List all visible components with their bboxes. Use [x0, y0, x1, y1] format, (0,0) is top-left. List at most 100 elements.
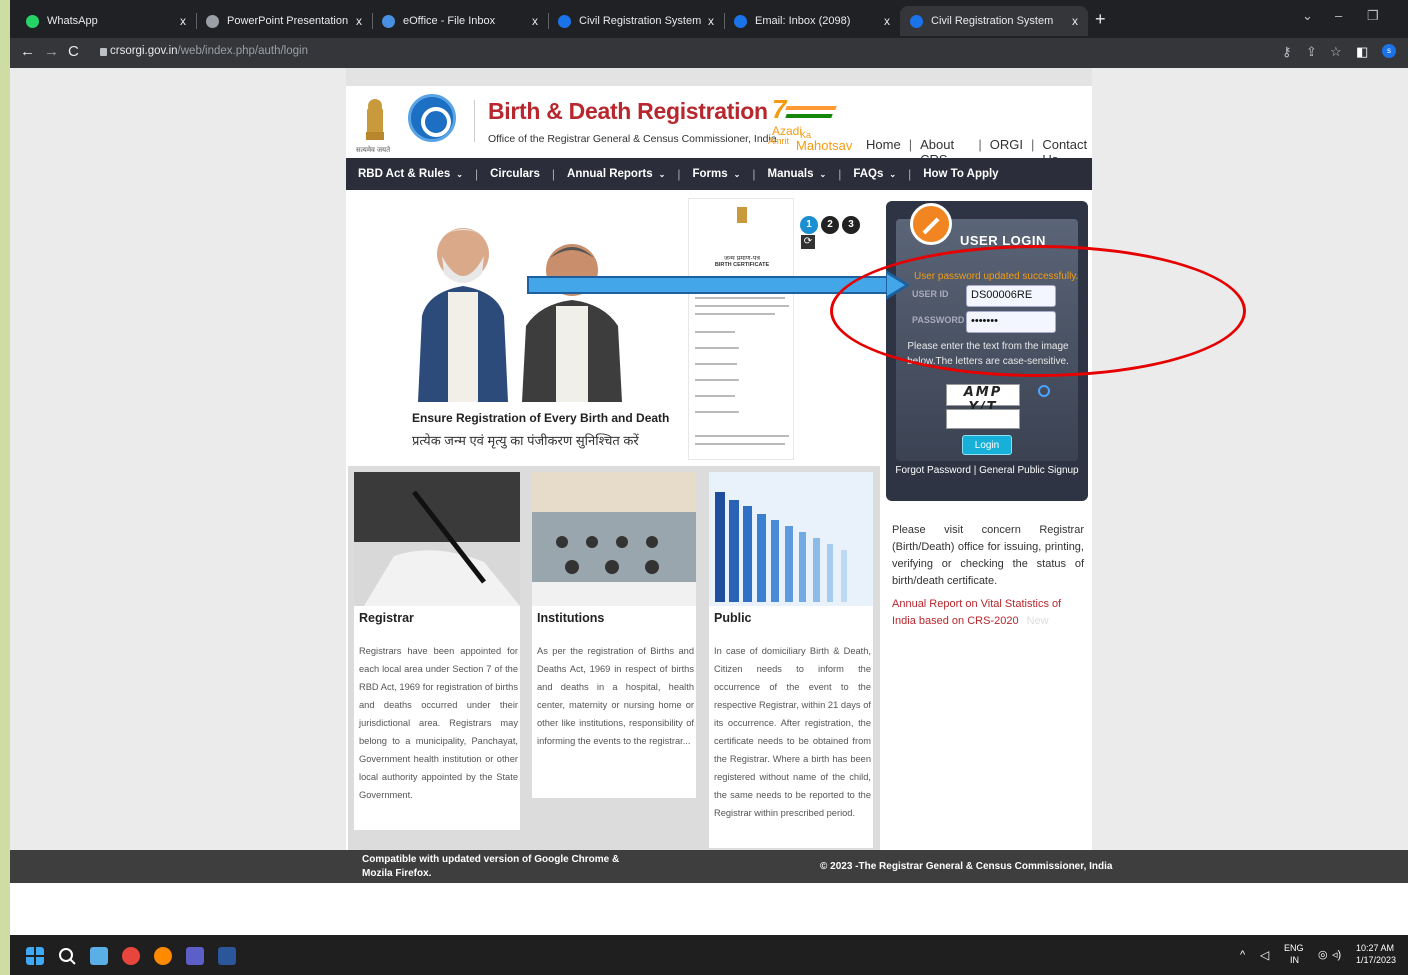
windows-start-icon[interactable] — [26, 947, 44, 965]
birth-certificate-image: जन्म प्रमाण-पत्र BIRTH CERTIFICATE — [688, 198, 794, 460]
network-icon[interactable]: ◎ — [1318, 948, 1328, 961]
chevron-down-icon: ⌄ — [889, 169, 897, 179]
menu-circulars[interactable]: Circulars — [490, 168, 540, 180]
chevron-down-icon: ⌄ — [456, 169, 463, 179]
tab-powerpoint[interactable]: PowerPoint Presentation x — [196, 6, 372, 36]
menu-forms[interactable]: Forms ⌄ — [693, 168, 741, 180]
tab-label: PowerPoint Presentation — [227, 15, 349, 27]
new-badge: New — [1026, 615, 1049, 627]
whatsapp-icon — [26, 14, 39, 28]
tab-email[interactable]: Email: Inbox (2098) x — [724, 6, 900, 36]
firefox-icon[interactable] — [154, 947, 172, 965]
close-tab-icon[interactable]: x — [708, 14, 714, 28]
tab-label: WhatsApp — [47, 15, 98, 27]
registrar-image — [354, 472, 520, 606]
carousel-pause-icon[interactable]: ⟳ — [801, 235, 815, 249]
cert-title-hi: जन्म प्रमाण-पत्र — [724, 255, 760, 262]
close-tab-icon[interactable]: x — [180, 14, 186, 28]
emblem-icon — [737, 207, 747, 223]
star-icon[interactable]: ☆ — [1330, 44, 1342, 60]
close-tab-icon[interactable]: x — [532, 14, 538, 28]
volume-icon[interactable]: ◃) — [1332, 948, 1341, 961]
slide-dot-3[interactable]: 3 — [842, 216, 860, 234]
address-bar[interactable]: crsorgi.gov.in/web/index.php/auth/login — [110, 45, 308, 57]
annotation-arrow — [527, 276, 889, 294]
close-tab-icon[interactable]: x — [884, 14, 890, 28]
refresh-captcha-icon[interactable] — [1038, 385, 1050, 397]
tab-eoffice[interactable]: eOffice - File Inbox x — [372, 6, 548, 36]
key-icon[interactable]: ⚷ — [1282, 44, 1292, 60]
visit-registrar-text: Please visit concern Registrar (Birth/De… — [892, 524, 1084, 587]
annual-report-link[interactable]: Annual Report on Vital Statistics of Ind… — [892, 596, 1088, 630]
slide-dot-2[interactable]: 2 — [821, 216, 839, 234]
captcha-input[interactable] — [946, 409, 1020, 429]
crs-icon — [910, 14, 923, 28]
close-tab-icon[interactable]: x — [1072, 14, 1078, 28]
site-subtitle: Office of the Registrar General & Census… — [488, 133, 777, 145]
windows-taskbar: ^ ◁ ENG IN ◎ ◃) 10:27 AM 1/17/2023 — [10, 935, 1408, 975]
back-icon[interactable]: ← — [20, 43, 35, 60]
annotation-highlight-oval — [830, 245, 1246, 377]
cert-title-en: BIRTH CERTIFICATE — [714, 262, 770, 268]
card-text: As per the registration of Births and De… — [537, 646, 694, 746]
captcha-image: AMP Y/T — [946, 384, 1020, 415]
lock-icon — [100, 48, 107, 56]
login-button[interactable]: Login — [962, 435, 1012, 455]
tab-strip: WhatsApp x PowerPoint Presentation x eOf… — [10, 0, 1408, 38]
tab-whatsapp[interactable]: WhatsApp x — [16, 6, 196, 36]
card-text: Registrars have been appointed for each … — [359, 646, 518, 800]
close-tab-icon[interactable]: x — [356, 14, 362, 28]
share-icon[interactable]: ⇪ — [1306, 44, 1317, 60]
card-title: Public — [714, 611, 752, 625]
tab-label: Email: Inbox (2098) — [755, 15, 851, 27]
main-menu: RBD Act & Rules ⌄ | Circulars | Annual Re… — [346, 158, 1092, 190]
photos-icon[interactable] — [90, 947, 108, 965]
minimize-icon[interactable]: – — [1335, 8, 1342, 23]
teams-icon[interactable] — [186, 947, 204, 965]
reload-icon[interactable]: C — [68, 43, 79, 60]
card-public: Public In case of domiciliary Birth & De… — [709, 472, 873, 848]
menu-annual-reports[interactable]: Annual Reports ⌄ — [567, 168, 665, 180]
tab-crs-active[interactable]: Civil Registration System x — [900, 6, 1088, 36]
carousel-indicators: 1 2 3 — [800, 216, 860, 234]
location-icon[interactable]: ◁ — [1260, 948, 1269, 962]
menu-manuals[interactable]: Manuals ⌄ — [767, 168, 826, 180]
menu-rbd-act[interactable]: RBD Act & Rules ⌄ — [358, 168, 463, 180]
slide-dot-1[interactable]: 1 — [800, 216, 818, 234]
tab-label: Civil Registration System — [931, 15, 1054, 27]
menu-how-to-apply[interactable]: How To Apply — [923, 168, 998, 180]
restore-icon[interactable]: ❐ — [1367, 8, 1379, 24]
tab-label: eOffice - File Inbox — [403, 15, 496, 27]
new-tab-button[interactable]: + — [1095, 9, 1106, 30]
profile-avatar[interactable]: s — [1382, 44, 1396, 58]
leader-portrait-image — [522, 244, 622, 402]
language-indicator[interactable]: ENG — [1284, 943, 1304, 953]
card-registrar: Registrar Registrars have been appointed… — [354, 472, 520, 830]
tray-chevron-icon[interactable]: ^ — [1240, 949, 1245, 961]
login-links[interactable]: Forgot Password | General Public Signup — [886, 465, 1088, 476]
email-icon — [734, 14, 747, 28]
institutions-image — [532, 472, 696, 606]
forward-icon[interactable]: → — [44, 43, 59, 60]
emblem-caption: सत्यमेव जयते — [356, 147, 391, 154]
card-institutions: Institutions As per the registration of … — [532, 472, 696, 798]
key-icon — [910, 203, 952, 245]
clock-time[interactable]: 10:27 AM — [1356, 943, 1394, 953]
url-host: crsorgi.gov.in — [110, 45, 178, 57]
site-title: Birth & Death Registration — [488, 98, 768, 124]
menu-faqs[interactable]: FAQs ⌄ — [853, 168, 896, 180]
card-title: Institutions — [537, 611, 605, 625]
public-image — [709, 472, 873, 606]
chevron-down-icon: ⌄ — [658, 169, 666, 179]
tab-search-icon[interactable]: ⌄ — [1302, 8, 1313, 24]
tab-crs-1[interactable]: Civil Registration System x — [548, 6, 724, 36]
clock-date: 1/17/2023 — [1356, 955, 1397, 965]
crs-icon — [558, 14, 571, 28]
chrome-icon[interactable] — [122, 947, 140, 965]
search-icon[interactable] — [58, 947, 76, 965]
sidepanel-icon[interactable]: ◧ — [1356, 44, 1368, 60]
word-icon[interactable] — [218, 947, 236, 965]
card-title: Registrar — [359, 611, 414, 625]
site-container: सत्यमेव जयते Birth & Death Registration … — [346, 68, 1092, 850]
card-text: In case of domiciliary Birth & Death, Ci… — [714, 646, 871, 818]
